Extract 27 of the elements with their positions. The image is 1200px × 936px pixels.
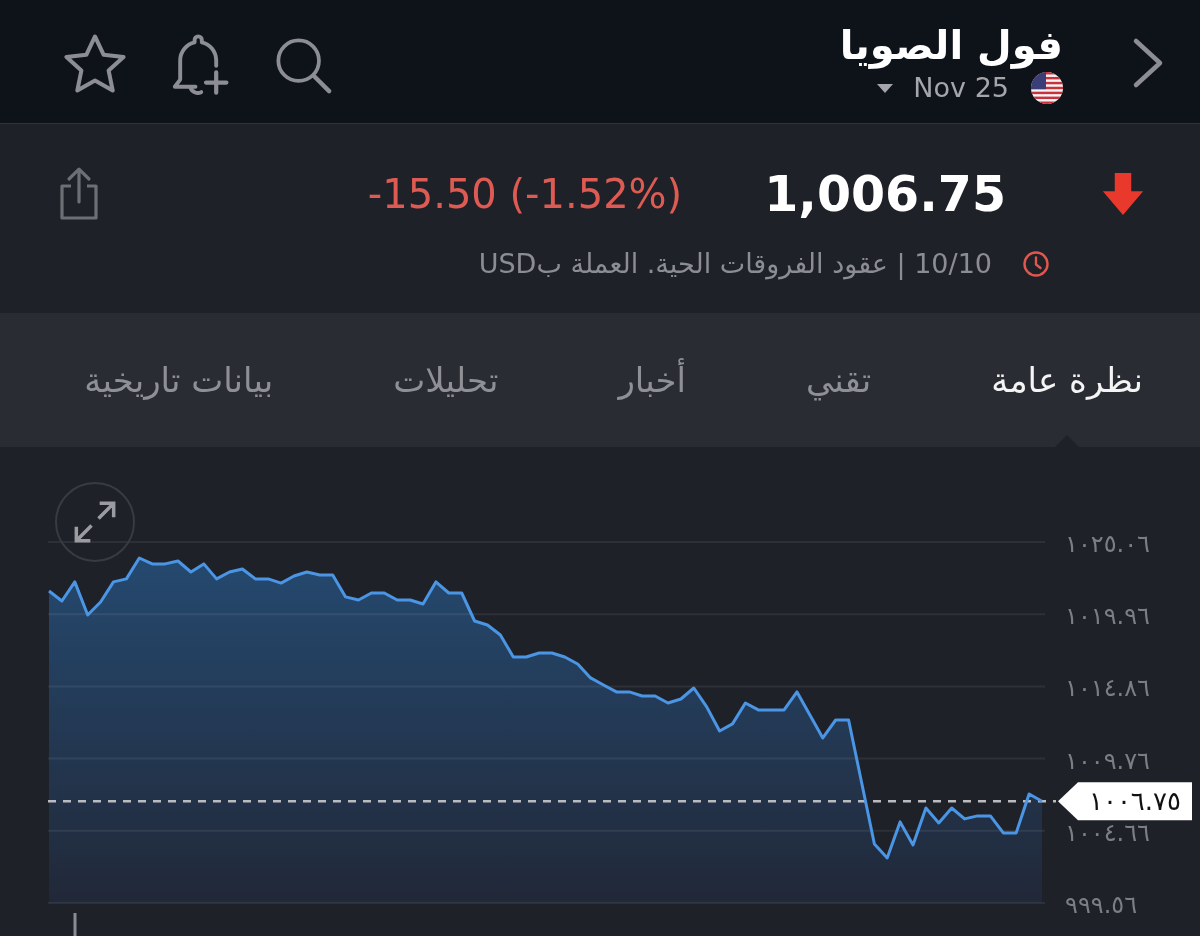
- instrument-title: فول الصويا: [839, 22, 1063, 69]
- y-axis-label: ١٠١٩.٩٦: [1065, 602, 1150, 631]
- y-axis-label: ١٠٠٤.٦٦: [1065, 818, 1150, 847]
- ref-line-label: ١٠٠٦.٧٥: [1088, 786, 1182, 817]
- search-icon[interactable]: [274, 35, 332, 94]
- bell-plus-icon[interactable]: [170, 33, 230, 96]
- caret-down-icon: [877, 84, 894, 93]
- tab[interactable]: بيانات تاريخية: [84, 313, 274, 447]
- price-change: -15.50 (-1.52%): [367, 171, 683, 217]
- y-axis-label: ٩٩٩.٥٦: [1065, 891, 1138, 919]
- tab[interactable]: أخبار: [618, 313, 686, 447]
- flag-icon: [1031, 72, 1063, 105]
- clock-icon: [1022, 249, 1050, 278]
- x-axis-tick: [73, 913, 77, 936]
- y-axis-label: ١٠٢٥.٠٦: [1065, 530, 1150, 558]
- current-price: 1,006.75: [764, 165, 1006, 223]
- y-axis-label: ١٠٠٩.٧٦: [1065, 746, 1150, 775]
- y-axis-label: ١٠١٤.٨٦: [1065, 674, 1150, 703]
- market-info-text: 10/10 | عقود الفروقات الحية. العملة بUSD: [478, 248, 992, 279]
- chevron-right-icon[interactable]: [1131, 37, 1165, 90]
- expand-icon: [74, 501, 116, 543]
- current-price-tag: ١٠٠٦.٧٥: [1058, 782, 1192, 821]
- contract-dropdown[interactable]: Nov 25: [877, 72, 1009, 105]
- tab[interactable]: تحليلات: [393, 313, 499, 447]
- tab[interactable]: تقني: [805, 313, 872, 447]
- tab[interactable]: نظرة عامة: [991, 313, 1143, 447]
- expand-button[interactable]: [55, 482, 135, 562]
